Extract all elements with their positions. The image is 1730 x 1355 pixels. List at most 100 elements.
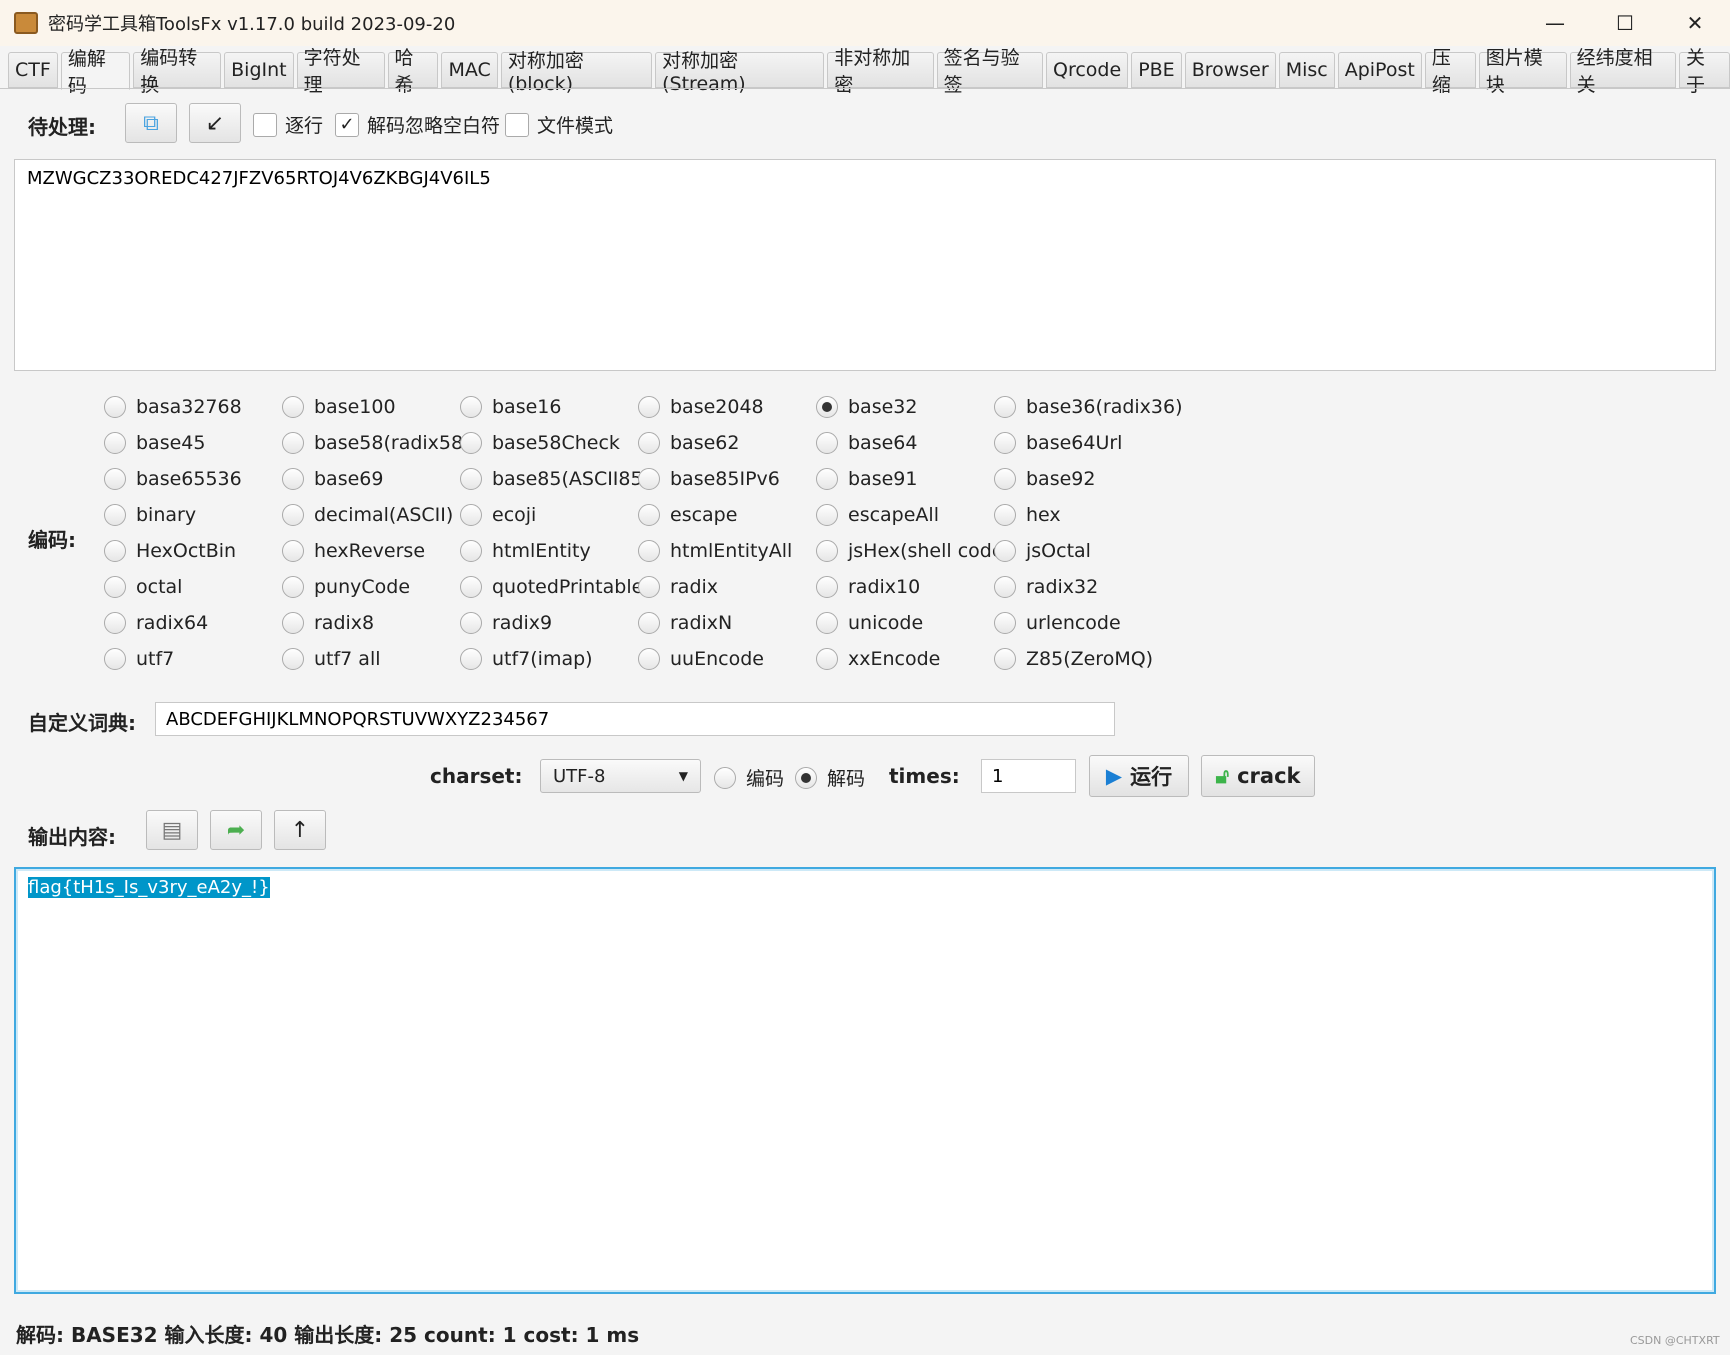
tab-6[interactable]: MAC [441,52,498,88]
times-input[interactable] [981,759,1076,793]
encoding-radio[interactable]: radix32 [994,576,1098,598]
ignore-whitespace-checkbox[interactable]: ✓ 解码忽略空白符 [335,111,500,138]
tab-7[interactable]: 对称加密(block) [500,50,653,95]
encoding-radio[interactable]: Z85(ZeroMQ) [994,648,1153,670]
encoding-radio[interactable]: octal [104,576,182,598]
tab-19[interactable]: 关于 [1679,47,1730,96]
encoding-radio[interactable]: base36(radix36) [994,396,1183,418]
radio-circle[interactable] [282,612,304,634]
import-button[interactable]: ↙ [189,103,241,143]
encoding-radio[interactable]: base16 [460,396,561,418]
encoding-radio[interactable]: htmlEntityAll [638,540,792,562]
radio-circle[interactable] [460,432,482,454]
radio-circle[interactable] [460,648,482,670]
radio-circle[interactable] [816,540,838,562]
dict-input[interactable] [155,702,1115,736]
tab-18[interactable]: 经纬度相关 [1569,47,1677,96]
encoding-radio[interactable]: escape [638,504,737,526]
encoding-radio[interactable]: base58(radix58) [282,432,471,454]
tab-3[interactable]: BigInt [224,52,294,88]
file-mode-checkbox[interactable]: 文件模式 [505,111,613,138]
radio-circle[interactable] [638,576,660,598]
encoding-radio[interactable]: base69 [282,468,383,490]
encoding-radio[interactable]: jsOctal [994,540,1091,562]
radio-circle[interactable] [714,766,736,789]
radio-circle[interactable] [104,396,126,418]
radio-circle[interactable] [816,396,838,418]
radio-circle[interactable] [282,540,304,562]
radio-circle[interactable] [104,576,126,598]
tab-15[interactable]: ApiPost [1337,52,1422,88]
tab-14[interactable]: Misc [1278,52,1335,88]
radio-circle[interactable] [994,504,1016,526]
encoding-radio[interactable]: unicode [816,612,923,634]
encoding-radio[interactable]: htmlEntity [460,540,591,562]
paste-button[interactable]: ⧉ [125,103,177,143]
radio-circle[interactable] [816,504,838,526]
tab-8[interactable]: 对称加密(Stream) [655,50,825,95]
radio-circle[interactable] [282,468,304,490]
radio-circle[interactable] [638,396,660,418]
tab-13[interactable]: Browser [1184,52,1276,88]
checkbox-box[interactable] [253,112,277,137]
encoding-radio[interactable]: hexReverse [282,540,425,562]
encoding-radio[interactable]: radix64 [104,612,208,634]
charset-select[interactable]: UTF-8 ▼ [540,759,701,793]
encoding-radio[interactable]: radixN [638,612,732,634]
radio-circle[interactable] [460,576,482,598]
run-button[interactable]: ▶ 运行 [1089,755,1189,797]
close-button[interactable]: ✕ [1660,0,1730,46]
tab-17[interactable]: 图片模块 [1478,47,1567,96]
forward-button[interactable]: ➦ [210,810,262,850]
mode-decode-radio[interactable]: 解码 [795,764,865,791]
encoding-radio[interactable]: urlencode [994,612,1121,634]
encoding-radio[interactable]: jsHex(shell code) [816,540,1011,562]
radio-circle[interactable] [816,432,838,454]
radio-circle[interactable] [460,612,482,634]
minimize-button[interactable]: — [1520,0,1590,46]
maximize-button[interactable]: ☐ [1590,0,1660,46]
radio-circle[interactable] [816,576,838,598]
radio-circle[interactable] [104,648,126,670]
encoding-radio[interactable]: hex [994,504,1061,526]
radio-circle[interactable] [460,468,482,490]
mode-encode-radio[interactable]: 编码 [714,764,784,791]
radio-circle[interactable] [104,468,126,490]
encoding-radio[interactable]: ecoji [460,504,536,526]
radio-circle[interactable] [282,432,304,454]
tab-0[interactable]: CTF [8,52,58,88]
encoding-radio[interactable]: radix10 [816,576,920,598]
encoding-radio[interactable]: basa32768 [104,396,242,418]
radio-circle[interactable] [282,504,304,526]
radio-circle[interactable] [638,540,660,562]
encoding-radio[interactable]: utf7 [104,648,174,670]
input-textarea[interactable]: MZWGCZ33OREDC427JFZV65RTOJ4V6ZKBGJ4V6IL5 [14,159,1716,371]
encoding-radio[interactable]: radix [638,576,718,598]
radio-circle[interactable] [104,612,126,634]
tab-9[interactable]: 非对称加密 [827,47,934,96]
tab-10[interactable]: 签名与验签 [936,47,1044,96]
radio-circle[interactable] [638,612,660,634]
tab-16[interactable]: 压缩 [1424,47,1476,96]
encoding-radio[interactable]: radix8 [282,612,374,634]
encoding-radio[interactable]: base58Check [460,432,620,454]
radio-circle[interactable] [816,648,838,670]
radio-circle[interactable] [460,540,482,562]
encoding-radio[interactable]: base64 [816,432,917,454]
encoding-radio[interactable]: decimal(ASCII) [282,504,453,526]
radio-circle[interactable] [104,504,126,526]
encoding-radio[interactable]: utf7(imap) [460,648,593,670]
radio-circle[interactable] [994,576,1016,598]
encoding-radio[interactable]: escapeAll [816,504,939,526]
encoding-radio[interactable]: base92 [994,468,1095,490]
encoding-radio[interactable]: base64Url [994,432,1122,454]
tab-5[interactable]: 哈希 [387,47,439,96]
radio-circle[interactable] [638,504,660,526]
checkbox-box[interactable] [505,112,529,137]
tab-1[interactable]: 编解码 [60,48,131,97]
radio-circle[interactable] [282,396,304,418]
line-mode-checkbox[interactable]: 逐行 [253,111,323,138]
encoding-radio[interactable]: base2048 [638,396,764,418]
radio-circle[interactable] [460,396,482,418]
radio-circle[interactable] [994,540,1016,562]
